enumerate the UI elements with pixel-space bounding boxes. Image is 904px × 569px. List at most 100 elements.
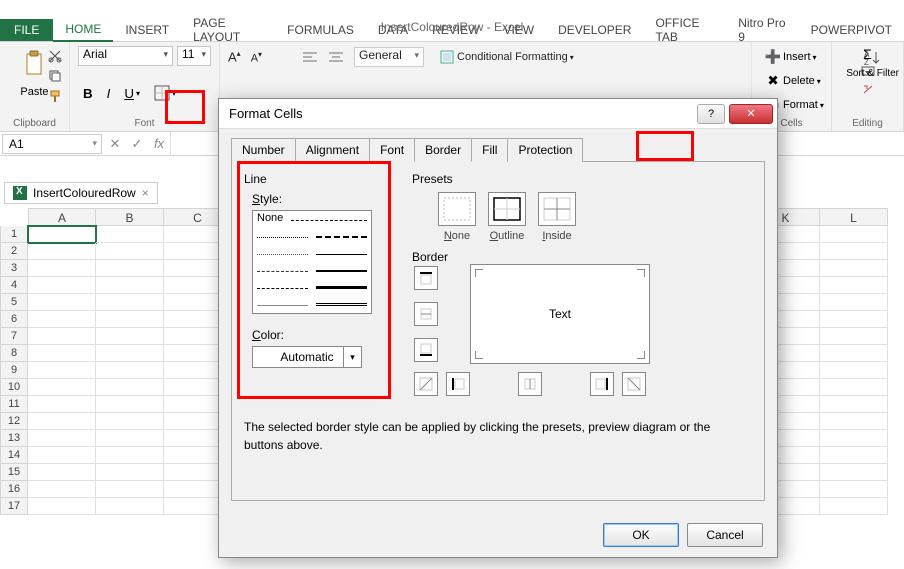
col-header[interactable]: L	[820, 208, 888, 226]
cell[interactable]	[820, 498, 888, 515]
row-header[interactable]: 3	[0, 260, 28, 277]
row-header[interactable]: 17	[0, 498, 28, 515]
cell[interactable]	[28, 277, 96, 294]
cell[interactable]	[820, 328, 888, 345]
cell[interactable]	[96, 498, 164, 515]
col-header[interactable]: A	[28, 208, 96, 226]
dialog-tab-alignment[interactable]: Alignment	[295, 138, 370, 162]
format-painter-icon[interactable]	[47, 88, 63, 104]
italic-button[interactable]: I	[102, 83, 116, 104]
cell[interactable]	[28, 481, 96, 498]
preset-outline[interactable]: Outline	[488, 192, 526, 242]
font-size-dropdown[interactable]: 11	[177, 46, 211, 66]
cell[interactable]	[96, 226, 164, 243]
row-header[interactable]: 2	[0, 243, 28, 260]
preset-none[interactable]: None	[438, 192, 476, 242]
cell[interactable]	[820, 260, 888, 277]
cell[interactable]	[820, 447, 888, 464]
row-header[interactable]: 5	[0, 294, 28, 311]
sort-filter-icon[interactable]: AZ	[863, 48, 883, 68]
dialog-tab-fill[interactable]: Fill	[471, 138, 508, 162]
cell[interactable]	[96, 277, 164, 294]
underline-button[interactable]: U ▾	[119, 83, 145, 104]
name-box[interactable]: A1	[2, 134, 102, 154]
cell[interactable]	[820, 430, 888, 447]
align-left-icon[interactable]	[302, 49, 318, 65]
cell[interactable]	[820, 345, 888, 362]
cell[interactable]	[28, 396, 96, 413]
cell[interactable]	[28, 447, 96, 464]
cell[interactable]	[820, 481, 888, 498]
insert-cells-button[interactable]: ➕Insert▾	[760, 46, 822, 68]
copy-icon[interactable]	[47, 68, 63, 84]
border-middle-h-button[interactable]	[414, 302, 438, 326]
ok-button[interactable]: OK	[603, 523, 679, 547]
cell[interactable]	[96, 260, 164, 277]
cell[interactable]	[820, 464, 888, 481]
font-family-dropdown[interactable]: Arial	[78, 46, 173, 66]
number-format-dropdown[interactable]: General	[354, 47, 424, 67]
cell[interactable]	[28, 328, 96, 345]
cell[interactable]	[28, 311, 96, 328]
cell[interactable]	[28, 294, 96, 311]
dialog-close-button[interactable]: ✕	[729, 104, 773, 124]
line-style-list[interactable]: None	[252, 210, 372, 314]
style-option[interactable]	[257, 288, 308, 289]
cell[interactable]	[820, 362, 888, 379]
style-option[interactable]	[316, 270, 367, 272]
cell[interactable]	[96, 464, 164, 481]
row-header[interactable]: 14	[0, 447, 28, 464]
cell[interactable]	[820, 413, 888, 430]
workbook-tab-close[interactable]: ×	[142, 186, 149, 200]
clear-icon[interactable]	[860, 82, 876, 98]
style-option[interactable]	[257, 305, 308, 306]
enter-formula-icon[interactable]: ✓	[126, 136, 148, 152]
row-header[interactable]: 15	[0, 464, 28, 481]
cell[interactable]	[96, 379, 164, 396]
row-header[interactable]: 16	[0, 481, 28, 498]
line-color-dropdown[interactable]: Automatic ▾	[252, 346, 362, 368]
cell[interactable]	[96, 328, 164, 345]
cell[interactable]	[820, 226, 888, 243]
cell[interactable]	[28, 362, 96, 379]
cell[interactable]	[96, 345, 164, 362]
dialog-tab-font[interactable]: Font	[369, 138, 415, 162]
cell[interactable]	[28, 243, 96, 260]
style-option[interactable]	[316, 236, 367, 238]
cell[interactable]	[28, 345, 96, 362]
cell[interactable]	[820, 243, 888, 260]
bold-button[interactable]: B	[78, 83, 98, 104]
cell[interactable]	[96, 413, 164, 430]
row-header[interactable]: 10	[0, 379, 28, 396]
cell[interactable]	[96, 362, 164, 379]
cut-icon[interactable]	[47, 48, 63, 64]
dialog-tab-number[interactable]: Number	[231, 138, 296, 162]
row-header[interactable]: 8	[0, 345, 28, 362]
cancel-button[interactable]: Cancel	[687, 523, 763, 547]
cell[interactable]	[820, 277, 888, 294]
cell[interactable]	[820, 379, 888, 396]
cell[interactable]	[96, 311, 164, 328]
cancel-formula-icon[interactable]: ✕	[104, 136, 126, 152]
border-right-button[interactable]	[590, 372, 614, 396]
cell[interactable]	[28, 260, 96, 277]
fx-button[interactable]: fx	[148, 136, 170, 151]
border-diag-up-button[interactable]	[414, 372, 438, 396]
preset-inside[interactable]: Inside	[538, 192, 576, 242]
workbook-file-tab[interactable]: InsertColouredRow ×	[4, 182, 158, 204]
cell[interactable]	[28, 379, 96, 396]
cell[interactable]	[96, 481, 164, 498]
cell[interactable]	[28, 464, 96, 481]
cell[interactable]	[96, 294, 164, 311]
cell[interactable]	[820, 396, 888, 413]
style-option[interactable]	[316, 303, 367, 306]
border-top-button[interactable]	[414, 266, 438, 290]
border-middle-v-button[interactable]	[518, 372, 542, 396]
cell[interactable]	[96, 243, 164, 260]
row-header[interactable]: 12	[0, 413, 28, 430]
cell[interactable]	[28, 430, 96, 447]
cell[interactable]	[96, 447, 164, 464]
style-option[interactable]	[257, 237, 308, 238]
row-header[interactable]: 6	[0, 311, 28, 328]
borders-button[interactable]: ▾	[149, 82, 181, 104]
